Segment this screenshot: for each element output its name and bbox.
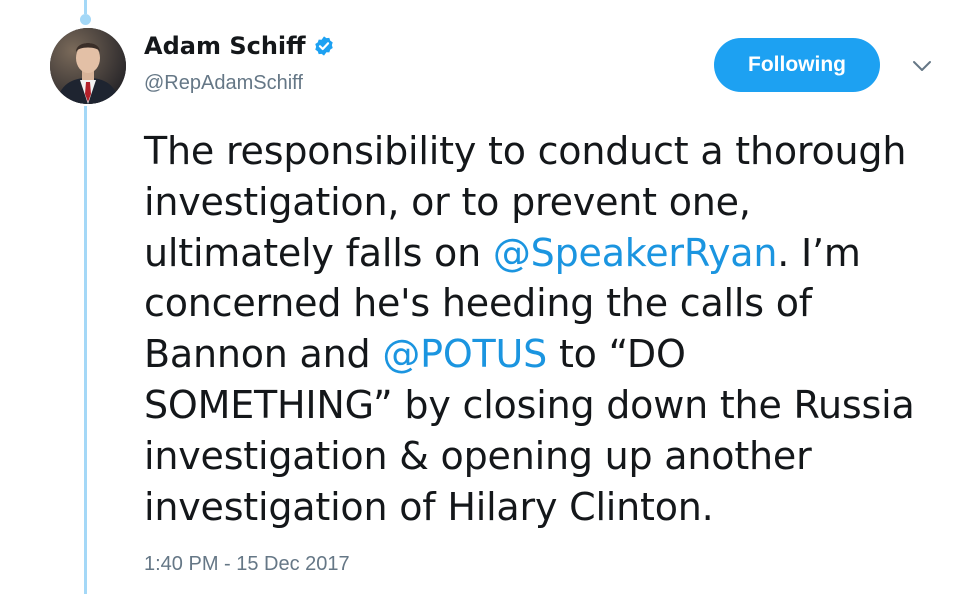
tweet-line: SOMETHING” by closing down the Russia: [144, 380, 964, 431]
author-name-text: Adam Schiff: [144, 32, 306, 60]
tweet-text-segment: investigation, or to prevent one,: [144, 179, 751, 224]
tweet-line: ultimately falls on @SpeakerRyan. I’m: [144, 228, 964, 279]
thread-line-bottom: [84, 106, 87, 594]
chevron-down-icon: [913, 61, 931, 71]
profile-photo-icon: [50, 28, 126, 104]
tweet-text-segment: ultimately falls on: [144, 230, 493, 275]
tweet-timestamp[interactable]: 1:40 PM - 15 Dec 2017: [144, 553, 350, 576]
more-options-button[interactable]: [905, 52, 939, 80]
tweet-text-segment: . I’m: [777, 230, 861, 275]
tweet-text-segment: SOMETHING” by closing down the Russia: [144, 382, 915, 427]
tweet-line: The responsibility to conduct a thorough: [144, 126, 964, 177]
tweet-card: Adam Schiff @RepAdamSchiff Following The…: [0, 0, 980, 594]
tweet-line: concerned he's heeding the calls of: [144, 278, 964, 329]
author-name[interactable]: Adam Schiff: [144, 32, 335, 60]
tweet-line: Bannon and @POTUS to “DO: [144, 329, 964, 380]
thread-line-top: [84, 0, 87, 14]
tweet-line: investigation & opening up another: [144, 431, 964, 482]
verified-badge-icon: [313, 35, 335, 57]
tweet-line: investigation of Hilary Clinton.: [144, 482, 964, 533]
tweet-text: The responsibility to conduct a thorough…: [144, 126, 964, 532]
tweet-text-segment: investigation of Hilary Clinton.: [144, 484, 714, 529]
tweet-line: investigation, or to prevent one,: [144, 177, 964, 228]
author-handle[interactable]: @RepAdamSchiff: [144, 72, 303, 95]
tweet-text-segment: The responsibility to conduct a thorough: [144, 129, 907, 173]
following-button[interactable]: Following: [714, 38, 880, 92]
mention-link-speakerryan[interactable]: @SpeakerRyan: [493, 231, 778, 275]
mention-link-potus[interactable]: @POTUS: [382, 332, 547, 376]
avatar[interactable]: [50, 28, 126, 104]
thread-connector-dot: [80, 14, 91, 25]
tweet-text-segment: concerned he's heeding the calls of: [144, 281, 812, 326]
tweet-text-segment: Bannon and: [144, 332, 383, 377]
tweet-text-segment: investigation & opening up another: [144, 433, 812, 478]
tweet-text-segment: to “DO: [547, 332, 686, 377]
